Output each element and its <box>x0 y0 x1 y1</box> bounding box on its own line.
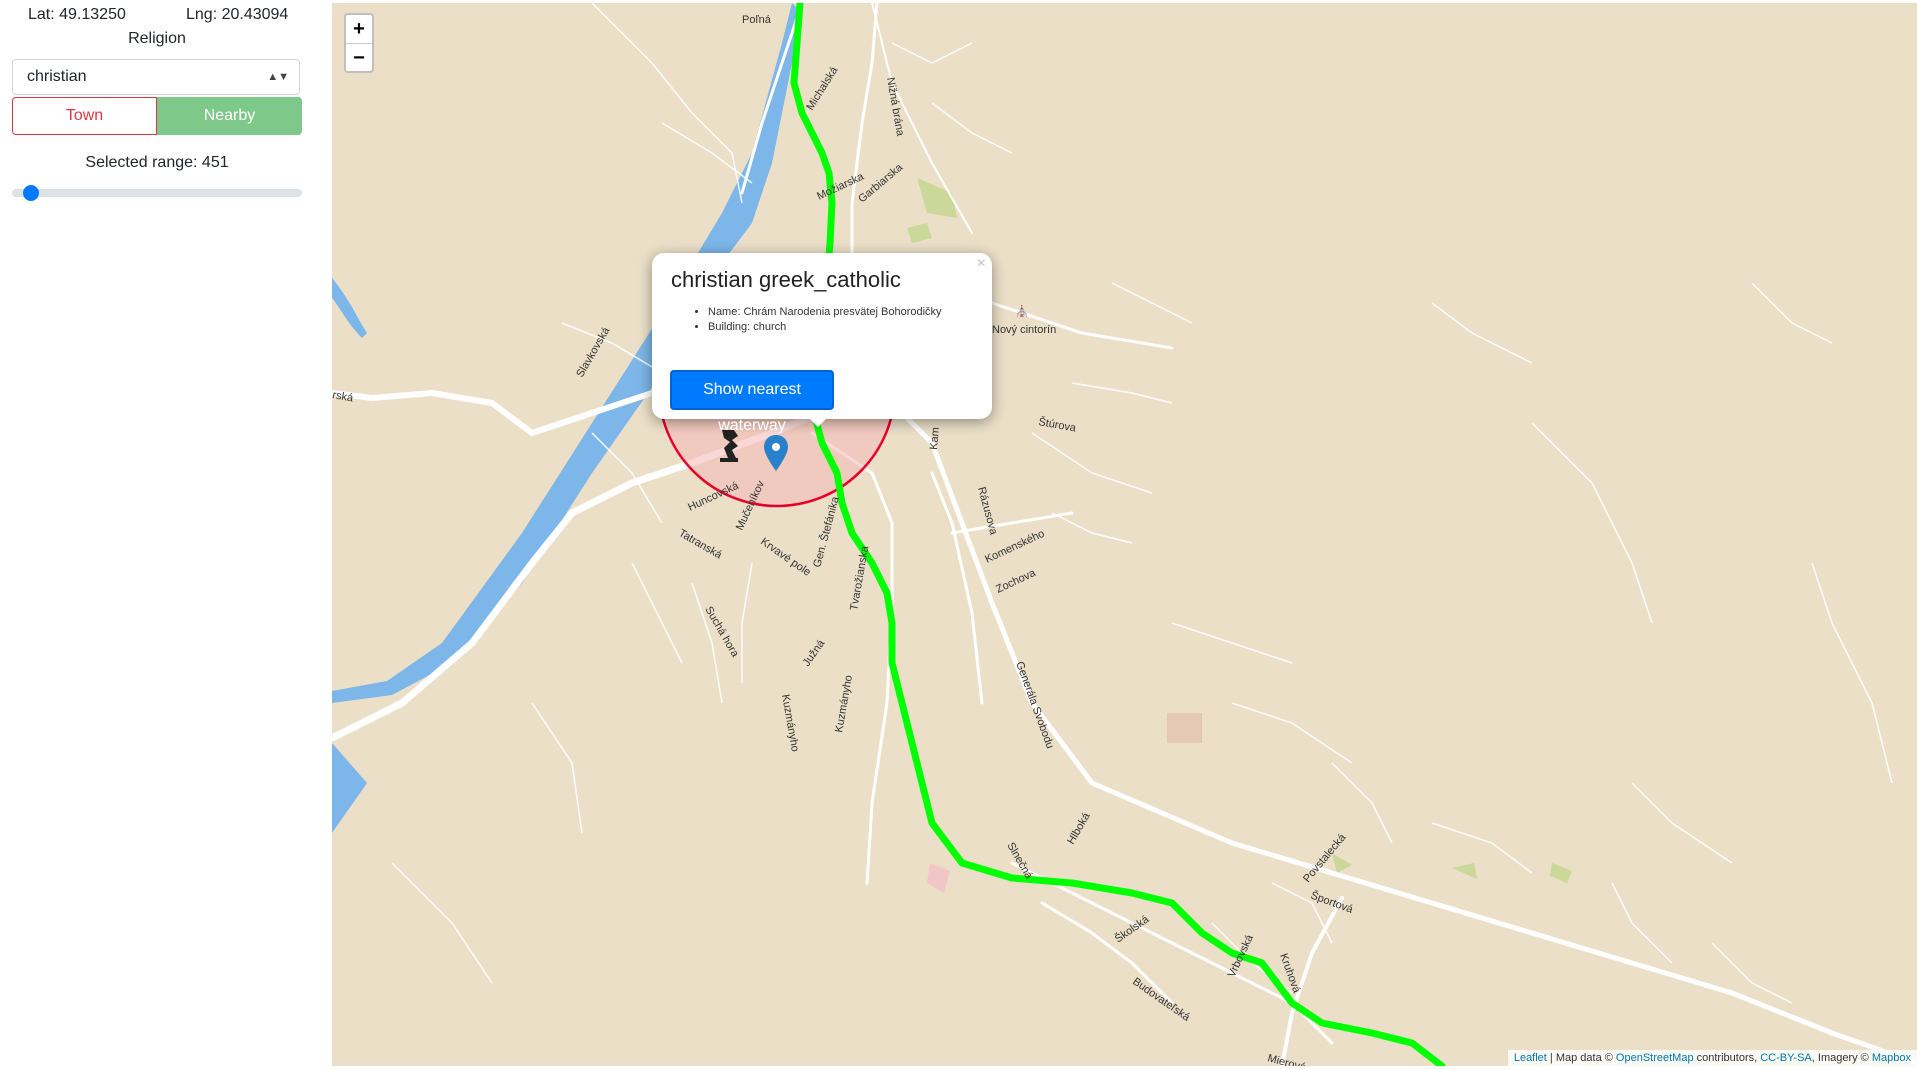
info-popup: × christian greek_catholic Name: Chrám N… <box>652 253 992 434</box>
street-label: Mierová <box>1266 1052 1308 1066</box>
attribution-text: | Map data © <box>1546 1052 1616 1064</box>
coordinates-readout: Lat: 49.13250 Lng: 20.43094 <box>0 6 332 28</box>
nearby-button[interactable]: Nearby <box>157 97 302 135</box>
park <box>907 223 932 243</box>
street-label: Gen. Štefánika <box>810 494 842 569</box>
range-slider-thumb[interactable] <box>23 185 39 201</box>
map[interactable]: ⛪ Poľná Michalská Nižná brána Možiarska … <box>332 3 1917 1066</box>
show-nearest-waterway-button[interactable]: Show nearest waterway <box>670 370 834 434</box>
street-label: Budovateľská <box>1130 976 1192 1025</box>
zoom-in-button[interactable]: + <box>346 15 372 44</box>
popup-details: Name: Chrám Narodenia presvätej Bohorodi… <box>686 305 998 335</box>
town-button[interactable]: Town <box>12 97 157 135</box>
street-label: Kuzmányho <box>833 674 855 733</box>
map-attribution: Leaflet | Map data © OpenStreetMap contr… <box>1507 1050 1917 1066</box>
sidebar: Lat: 49.13250 Lng: 20.43094 Religion chr… <box>0 0 332 1069</box>
street-label: Zochova <box>994 567 1038 596</box>
range-label: Selected range: 451 <box>85 154 229 171</box>
religion-select[interactable]: christian ▲▼ <box>12 59 300 95</box>
street-label: Krvavé pole <box>758 536 812 579</box>
park <box>1452 863 1477 879</box>
range-slider[interactable] <box>12 189 302 197</box>
map-tiles: ⛪ Poľná Michalská Nižná brána Možiarska … <box>332 3 1917 1066</box>
attribution-text: , Imagery © <box>1811 1052 1872 1064</box>
popup-detail-item: Building: church <box>708 320 998 335</box>
leaflet-link[interactable]: Leaflet <box>1514 1052 1547 1064</box>
street-label: Tvarožianska <box>848 544 871 611</box>
street-label: Kuzmányho <box>779 693 801 752</box>
river-bend <box>332 278 367 338</box>
popup-close-button[interactable]: × <box>977 255 986 273</box>
mapbox-link[interactable]: Mapbox <box>1872 1052 1911 1064</box>
street-label: Hlboká <box>1065 810 1093 846</box>
street-label: Tatranská <box>677 527 725 562</box>
religion-label: Religion <box>128 30 186 47</box>
street-label: Garbiarska <box>856 161 906 205</box>
street-label: Nový cintorín <box>992 324 1056 336</box>
pond <box>332 743 367 833</box>
osm-link[interactable]: OpenStreetMap <box>1616 1052 1694 1064</box>
religion-select-value: christian <box>27 68 87 85</box>
landuse <box>1167 713 1202 743</box>
street-label: Poľná <box>742 14 772 26</box>
street-label: rská <box>332 389 355 405</box>
popup-title: christian greek_catholic <box>671 267 901 292</box>
street-label: Generála Svobodu <box>1013 660 1056 750</box>
latitude-label: Lat: 49.13250 <box>28 6 126 23</box>
street-label: Kam <box>928 427 942 451</box>
landuse <box>927 863 950 893</box>
select-arrows-icon: ▲▼ <box>267 71 289 83</box>
cemetery-icon: ⛪ <box>1015 304 1029 318</box>
park <box>1550 863 1572 883</box>
park <box>1332 853 1352 873</box>
street-labels: Poľná Michalská Nižná brána Možiarska Ga… <box>332 14 1356 1066</box>
popup-tip <box>808 417 828 427</box>
popup-detail-item: Name: Chrám Narodenia presvätej Bohorodi… <box>708 305 998 320</box>
street-label: Južná <box>801 637 828 669</box>
street-label: Štúrova <box>1037 415 1077 435</box>
street-label: Slavkovská <box>574 325 613 380</box>
attribution-text: contributors, <box>1693 1052 1761 1064</box>
longitude-label: Lng: 20.43094 <box>186 6 289 23</box>
mode-toggle-group: Town Nearby <box>12 97 302 135</box>
zoom-control: + − <box>344 13 374 73</box>
zoom-out-button[interactable]: − <box>346 44 372 72</box>
license-link[interactable]: CC-BY-SA <box>1760 1052 1812 1064</box>
street-label: Michalská <box>804 64 841 113</box>
